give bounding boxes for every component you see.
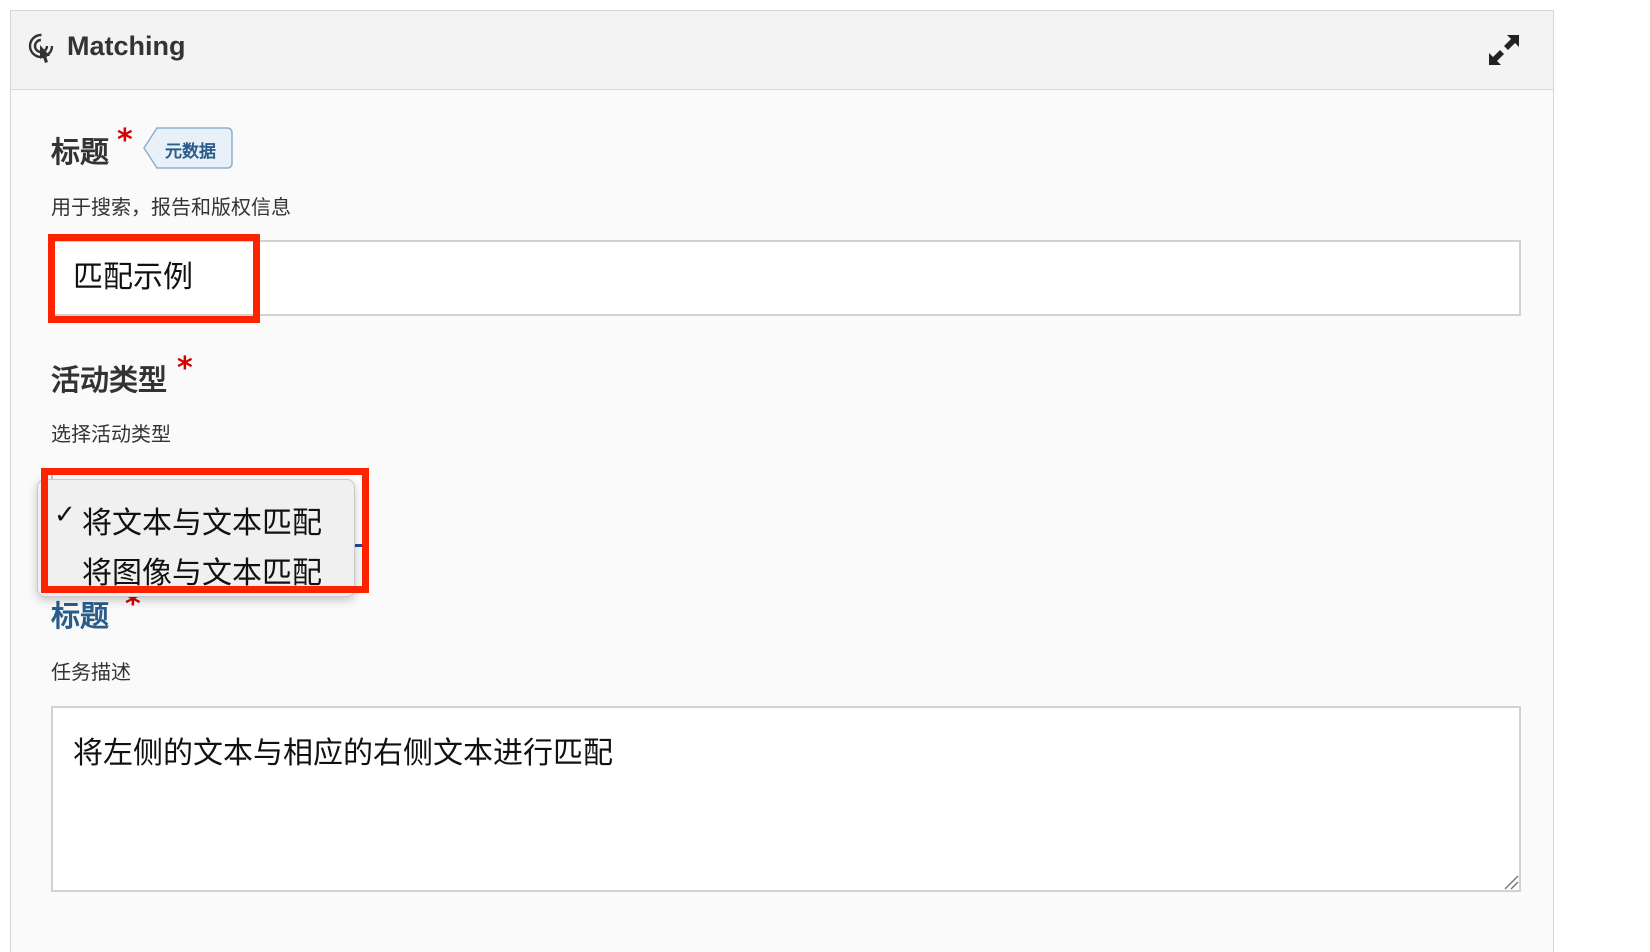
option-text-to-text[interactable]: ✓ 将文本与文本匹配 [38,492,354,541]
option-label: 将图像与文本匹配 [82,556,322,591]
metadata-tag-label: 元数据 [165,142,216,162]
activity-type-required-mark: * [177,351,193,386]
metadata-tag[interactable]: 元数据 [143,127,233,169]
matching-panel: Matching 标题 * 元数据 用于搜索，报告和版权信息 匹配示例 活动类型… [10,10,1554,952]
option-label: 将文本与文本匹配 [82,506,322,541]
title-description: 用于搜索，报告和版权信息 [51,195,291,219]
panel-title: Matching [67,31,186,61]
task-textarea[interactable]: 将左侧的文本与相应的右侧文本进行匹配 [51,706,1521,892]
checkmark-icon: ✓ [54,500,76,530]
title-input[interactable]: 匹配示例 [51,240,1521,316]
task-label: 标题 [51,599,110,633]
panel-header: Matching [11,11,1553,90]
touch-hand-icon [28,33,54,63]
task-description: 任务描述 [51,660,131,684]
title-required-mark: * [117,123,133,158]
resize-handle-icon[interactable] [1503,874,1519,890]
option-image-to-text[interactable]: 将图像与文本匹配 [38,542,354,591]
activity-type-description: 选择活动类型 [51,422,171,446]
expand-arrows-icon[interactable] [1483,29,1525,71]
activity-type-dropdown: ✓ 将文本与文本匹配 将图像与文本匹配 [37,479,355,597]
activity-type-label: 活动类型 [51,363,168,397]
title-label: 标题 [51,135,110,169]
